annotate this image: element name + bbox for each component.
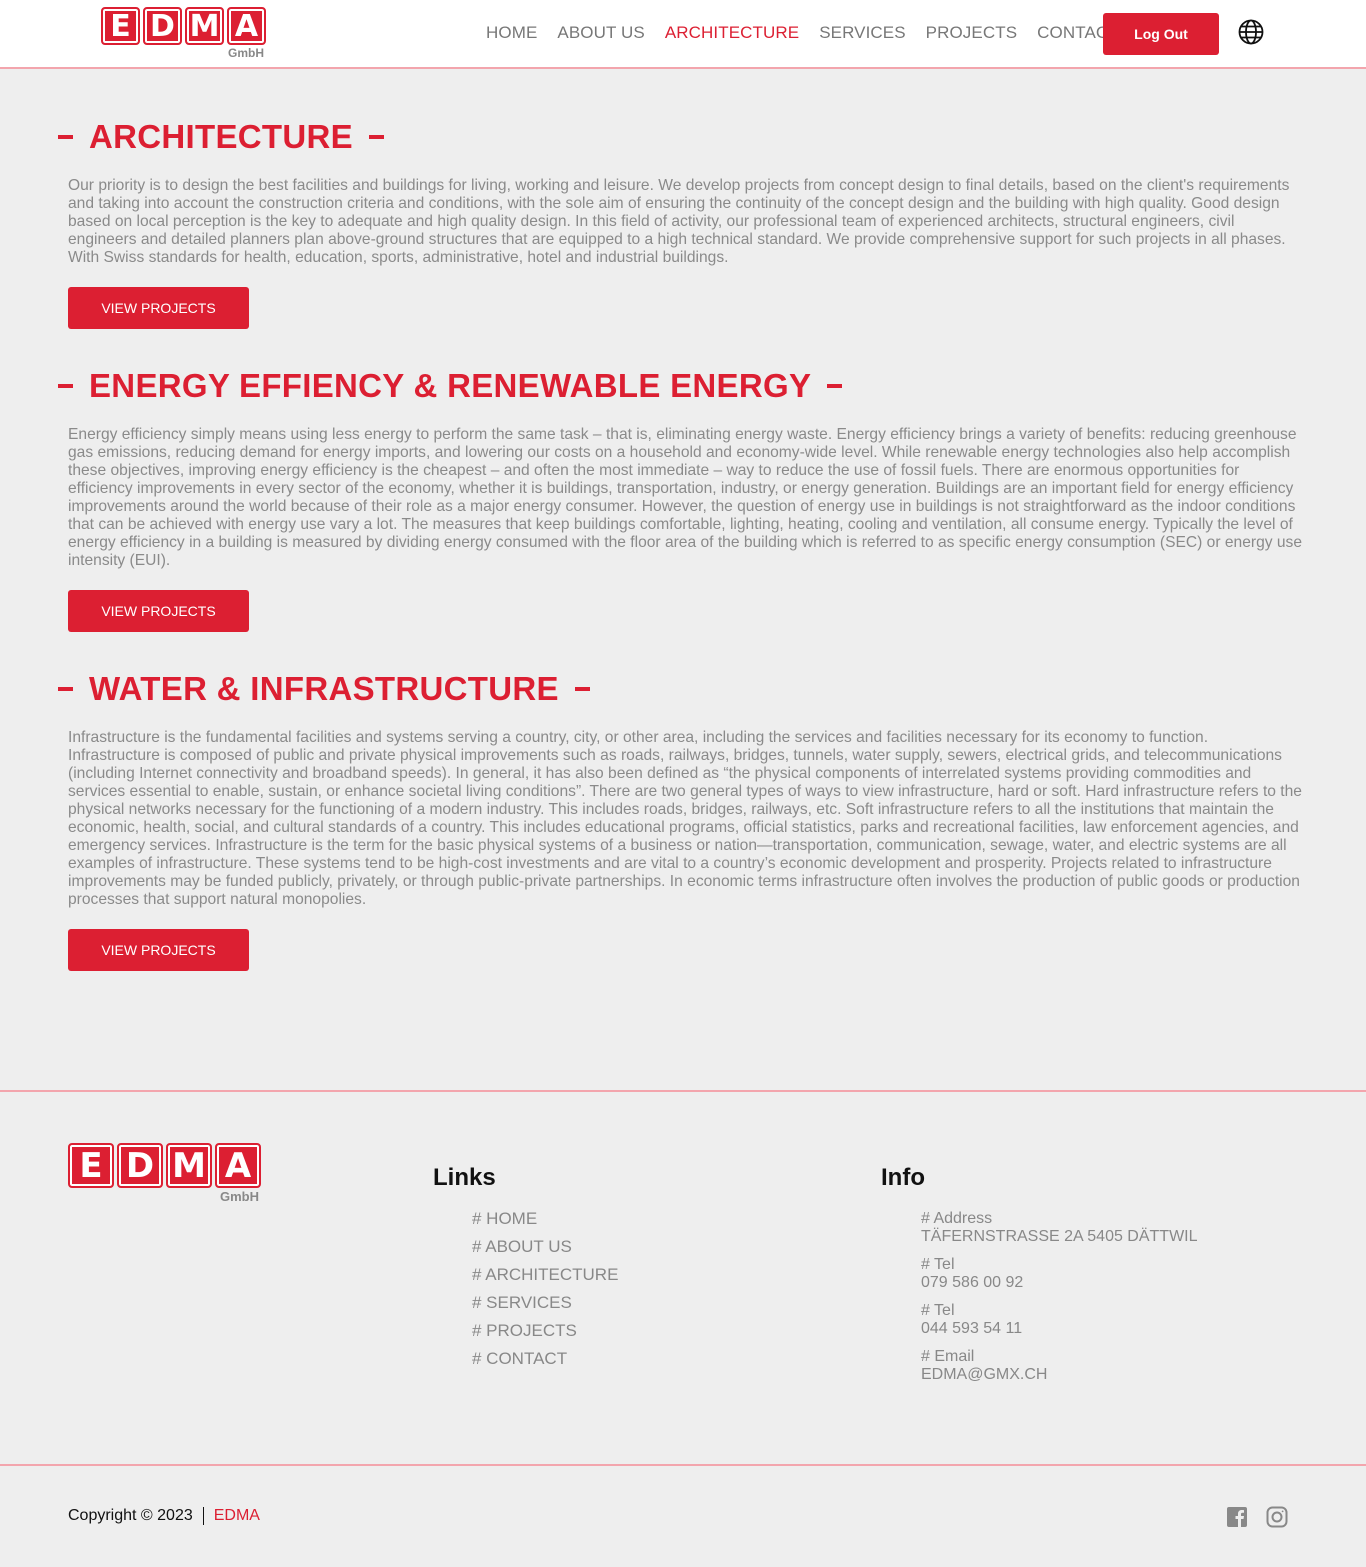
info-tel: # Tel 079 586 00 92 bbox=[921, 1256, 1198, 1292]
footer-info: # Address TÄFERNSTRASSE 2A 5405 DÄTTWIL … bbox=[921, 1210, 1198, 1394]
facebook-icon[interactable] bbox=[1225, 1505, 1249, 1529]
logo-letter: A bbox=[227, 7, 266, 45]
logo-letter: D bbox=[143, 7, 182, 45]
section-text: Infrastructure is the fundamental facili… bbox=[68, 729, 1302, 908]
section-text: Energy efficiency simply means using les… bbox=[68, 426, 1303, 569]
title-dash bbox=[58, 135, 73, 139]
nav-services[interactable]: SERVICES bbox=[819, 23, 905, 43]
info-label: # Email bbox=[921, 1348, 975, 1365]
site-header: E D M A GmbH HOME ABOUT US ARCHITECTURE … bbox=[0, 0, 1366, 69]
info-tel: # Tel 044 593 54 11 bbox=[921, 1302, 1198, 1338]
view-projects-button[interactable]: VIEW PROJECTS bbox=[68, 929, 249, 971]
footer-link-about-us[interactable]: # ABOUT US bbox=[472, 1238, 618, 1266]
logo-subtitle: GmbH bbox=[220, 1189, 259, 1204]
logo-letter: D bbox=[117, 1143, 163, 1188]
footer-link-contact[interactable]: # CONTACT bbox=[472, 1350, 618, 1378]
title-dash bbox=[58, 687, 73, 691]
view-projects-button[interactable]: VIEW PROJECTS bbox=[68, 590, 249, 632]
section-title-text: WATER & INFRASTRUCTURE bbox=[89, 670, 559, 707]
nav-home[interactable]: HOME bbox=[486, 23, 537, 43]
info-value: TÄFERNSTRASSE 2A 5405 DÄTTWIL bbox=[921, 1228, 1198, 1245]
main-nav: HOME ABOUT US ARCHITECTURE SERVICES PROJ… bbox=[486, 23, 1119, 43]
title-dash bbox=[827, 384, 843, 388]
section-title-text: ENERGY EFFIENCY & RENEWABLE ENERGY bbox=[89, 367, 812, 404]
links-heading: Links bbox=[433, 1164, 496, 1191]
info-heading: Info bbox=[881, 1164, 925, 1191]
logo-letter: E bbox=[101, 7, 140, 45]
logo-letters: E D M A bbox=[68, 1143, 261, 1188]
section-title: WATER & INFRASTRUCTURE bbox=[58, 670, 590, 708]
logo-subtitle: GmbH bbox=[228, 46, 264, 60]
footer-links: # HOME # ABOUT US # ARCHITECTURE # SERVI… bbox=[472, 1210, 618, 1378]
logout-button[interactable]: Log Out bbox=[1103, 13, 1219, 55]
footer-bottom-divider bbox=[0, 1464, 1366, 1466]
logo-letter: E bbox=[68, 1143, 114, 1188]
title-dash bbox=[368, 135, 384, 139]
instagram-icon[interactable] bbox=[1265, 1505, 1289, 1529]
footer-divider bbox=[0, 1090, 1366, 1092]
globe-icon[interactable] bbox=[1238, 19, 1264, 45]
logo-letter: A bbox=[215, 1143, 261, 1188]
copyright-text: Copyright © 2023 bbox=[68, 1507, 193, 1524]
logo-letters: E D M A bbox=[101, 7, 266, 45]
section-text: Our priority is to design the best facil… bbox=[68, 177, 1290, 266]
footer-link-services[interactable]: # SERVICES bbox=[472, 1294, 618, 1322]
nav-projects[interactable]: PROJECTS bbox=[926, 23, 1017, 43]
footer-link-home[interactable]: # HOME bbox=[472, 1210, 618, 1238]
info-value: EDMA@GMX.CH bbox=[921, 1366, 1048, 1383]
info-value: 044 593 54 11 bbox=[921, 1320, 1023, 1337]
section-title-text: ARCHITECTURE bbox=[89, 118, 353, 155]
info-label: # Address bbox=[921, 1210, 993, 1227]
copyright-separator bbox=[202, 1507, 204, 1525]
info-email: # Email EDMA@GMX.CH bbox=[921, 1348, 1198, 1384]
info-label: # Tel bbox=[921, 1302, 955, 1319]
footer-logo[interactable]: E D M A GmbH bbox=[68, 1143, 261, 1204]
footer-link-projects[interactable]: # PROJECTS bbox=[472, 1322, 618, 1350]
copyright: Copyright © 2023 EDMA bbox=[68, 1507, 260, 1525]
info-value: 079 586 00 92 bbox=[921, 1274, 1024, 1291]
nav-architecture[interactable]: ARCHITECTURE bbox=[665, 23, 799, 43]
logo-letter: M bbox=[166, 1143, 212, 1188]
footer-link-architecture[interactable]: # ARCHITECTURE bbox=[472, 1266, 618, 1294]
nav-about-us[interactable]: ABOUT US bbox=[557, 23, 644, 43]
header-logo[interactable]: E D M A GmbH bbox=[101, 7, 266, 60]
info-label: # Tel bbox=[921, 1256, 955, 1273]
title-dash bbox=[574, 687, 590, 691]
view-projects-button[interactable]: VIEW PROJECTS bbox=[68, 287, 249, 329]
title-dash bbox=[58, 384, 73, 388]
section-title: ARCHITECTURE bbox=[58, 118, 384, 156]
section-title: ENERGY EFFIENCY & RENEWABLE ENERGY bbox=[58, 367, 843, 405]
copyright-brand-link[interactable]: EDMA bbox=[214, 1507, 260, 1525]
logo-letter: M bbox=[185, 7, 224, 45]
info-address: # Address TÄFERNSTRASSE 2A 5405 DÄTTWIL bbox=[921, 1210, 1198, 1246]
